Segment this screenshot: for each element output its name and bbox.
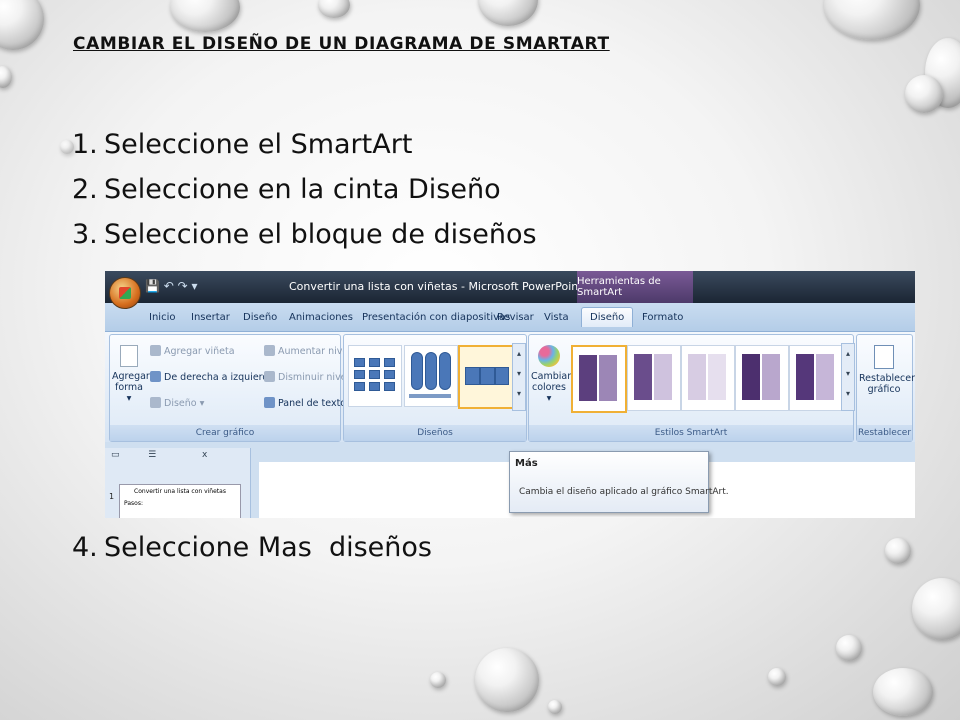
water-drop bbox=[905, 75, 943, 113]
ribbon: Agregar forma ▾ Agregar viñeta De derech… bbox=[105, 332, 915, 442]
office-button-icon[interactable] bbox=[109, 277, 141, 309]
layout-thumbnail-selected[interactable] bbox=[458, 345, 514, 409]
reset-graphic-icon bbox=[874, 345, 894, 369]
slide-title: CAMBIAR EL DISEÑO DE UN DIAGRAMA DE SMAR… bbox=[73, 34, 610, 54]
promote-icon bbox=[264, 345, 275, 356]
group-crear-grafico: Agregar forma ▾ Agregar viñeta De derech… bbox=[109, 334, 351, 442]
step-item: 2. Seleccione en la cinta Diseño bbox=[72, 167, 537, 212]
water-drop bbox=[885, 538, 911, 564]
style-thumbnail[interactable] bbox=[735, 345, 789, 411]
step-item: 4. Seleccione Mas diseños bbox=[72, 525, 432, 570]
tab-formato[interactable]: Formato bbox=[642, 312, 683, 323]
tooltip: Más Cambia el diseño aplicado al gráfico… bbox=[509, 451, 729, 513]
context-tab-smartart-tools: Herramientas de SmartArt bbox=[577, 271, 693, 303]
tab-presentacion[interactable]: Presentación con diapositivas bbox=[362, 312, 510, 323]
step-number: 4. bbox=[72, 532, 98, 563]
group-restablecer: Restablecer gráfico Restablecer bbox=[856, 334, 915, 442]
group-disenos: ▴ ▾ ▾ Diseños bbox=[343, 334, 527, 442]
water-drop bbox=[478, 0, 538, 26]
tab-insertar[interactable]: Insertar bbox=[191, 312, 230, 323]
steps-list: 1. Seleccione el SmartArt 2. Seleccione en… bbox=[72, 122, 537, 257]
style-thumbnail[interactable] bbox=[627, 345, 681, 411]
water-drop bbox=[768, 668, 786, 686]
tab-diseno[interactable]: Diseño bbox=[243, 312, 277, 323]
powerpoint-screenshot: 💾 ↶ ↷ ▾ Convertir una lista con viñetas … bbox=[105, 271, 915, 518]
group-label: Estilos SmartArt bbox=[529, 425, 853, 441]
pane-tabs[interactable]: ▭ ☰ x bbox=[111, 450, 207, 460]
step-text: Seleccione el bloque de diseños bbox=[104, 219, 537, 250]
layout-thumbnail[interactable] bbox=[348, 345, 402, 407]
ribbon-tabs: Inicio Insertar Diseño Animaciones Prese… bbox=[105, 303, 915, 332]
step-text: Seleccione el SmartArt bbox=[104, 129, 413, 160]
layouts-scroll-more-button[interactable]: ▴ ▾ ▾ bbox=[512, 343, 526, 411]
text-pane-icon bbox=[264, 397, 275, 408]
water-drop bbox=[548, 700, 562, 714]
tab-revisar[interactable]: Revisar bbox=[497, 312, 534, 323]
tab-animaciones[interactable]: Animaciones bbox=[289, 312, 353, 323]
add-shape-icon bbox=[120, 345, 138, 367]
forma-label: forma bbox=[115, 382, 143, 393]
panel-texto-button[interactable]: Panel de texto bbox=[264, 397, 346, 409]
water-drop bbox=[873, 668, 933, 716]
water-drop bbox=[170, 0, 240, 32]
tooltip-title: Más bbox=[515, 458, 538, 469]
window-title: Convertir una lista con viñetas - Micros… bbox=[289, 280, 583, 293]
water-drop bbox=[475, 648, 539, 712]
agregar-vineta-button[interactable]: Agregar viñeta bbox=[150, 345, 235, 357]
tab-vista[interactable]: Vista bbox=[544, 312, 569, 323]
group-label: Restablecer bbox=[857, 425, 912, 441]
tab-diseno-smartart[interactable]: Diseño bbox=[581, 307, 634, 327]
step-item: 1. Seleccione el SmartArt bbox=[72, 122, 537, 167]
aumentar-nivel-button[interactable]: Aumentar nivel bbox=[264, 345, 351, 357]
cambiar-colores-button[interactable]: Cambiar colores ▾ bbox=[531, 345, 571, 404]
water-drop bbox=[836, 635, 862, 661]
style-thumbnail[interactable] bbox=[789, 345, 843, 411]
layout-thumbnail[interactable] bbox=[404, 345, 458, 407]
step-text: Seleccione en la cinta Diseño bbox=[104, 174, 501, 205]
water-drop bbox=[824, 0, 920, 40]
style-thumbnail-selected[interactable] bbox=[571, 345, 627, 413]
arrows-icon bbox=[150, 371, 161, 382]
step-number: 3. bbox=[72, 219, 98, 250]
window-titlebar: 💾 ↶ ↷ ▾ Convertir una lista con viñetas … bbox=[105, 271, 915, 303]
palette-icon bbox=[538, 345, 560, 367]
water-drop bbox=[0, 0, 44, 50]
styles-scroll-button[interactable]: ▴ ▾ ▾ bbox=[841, 343, 855, 411]
slides-pane: ▭ ☰ x 1 Convertir una lista con viñetas … bbox=[105, 448, 251, 518]
group-label: Crear gráfico bbox=[110, 425, 340, 441]
agregar-label: Agregar bbox=[112, 371, 150, 382]
diseno-dropdown[interactable]: Diseño ▾ bbox=[150, 397, 204, 409]
demote-icon bbox=[264, 371, 275, 382]
agregar-forma-button[interactable]: Agregar forma ▾ bbox=[112, 345, 150, 404]
slide-number: 1 bbox=[109, 492, 115, 501]
layout-icon bbox=[150, 397, 161, 408]
tooltip-text: Cambia el diseño aplicado al gráfico Sma… bbox=[519, 487, 729, 497]
water-drop bbox=[912, 578, 960, 640]
style-thumbnail[interactable] bbox=[681, 345, 735, 411]
water-drop bbox=[318, 0, 350, 18]
quick-access-toolbar: 💾 ↶ ↷ ▾ bbox=[145, 279, 198, 293]
group-estilos-smartart: Cambiar colores ▾ ▴ ▾ ▾ Estilos SmartArt bbox=[528, 334, 855, 442]
tab-inicio[interactable]: Inicio bbox=[149, 312, 175, 323]
slide-thumbnail[interactable]: Convertir una lista con viñetas Pasos: bbox=[119, 484, 241, 518]
step-number: 1. bbox=[72, 129, 98, 160]
water-drop bbox=[0, 66, 12, 88]
step-number: 2. bbox=[72, 174, 98, 205]
water-drop bbox=[430, 672, 446, 688]
restablecer-grafico-button[interactable]: Restablecer gráfico bbox=[859, 345, 915, 395]
bullet-icon bbox=[150, 345, 161, 356]
step-text: Seleccione Mas diseños bbox=[104, 532, 432, 563]
group-label: Diseños bbox=[344, 425, 526, 441]
derecha-izquierda-button[interactable]: De derecha a izquierda bbox=[150, 371, 274, 383]
disminuir-nivel-button[interactable]: Disminuir nivel bbox=[264, 371, 349, 383]
step-item: 3. Seleccione el bloque de diseños bbox=[72, 212, 537, 257]
